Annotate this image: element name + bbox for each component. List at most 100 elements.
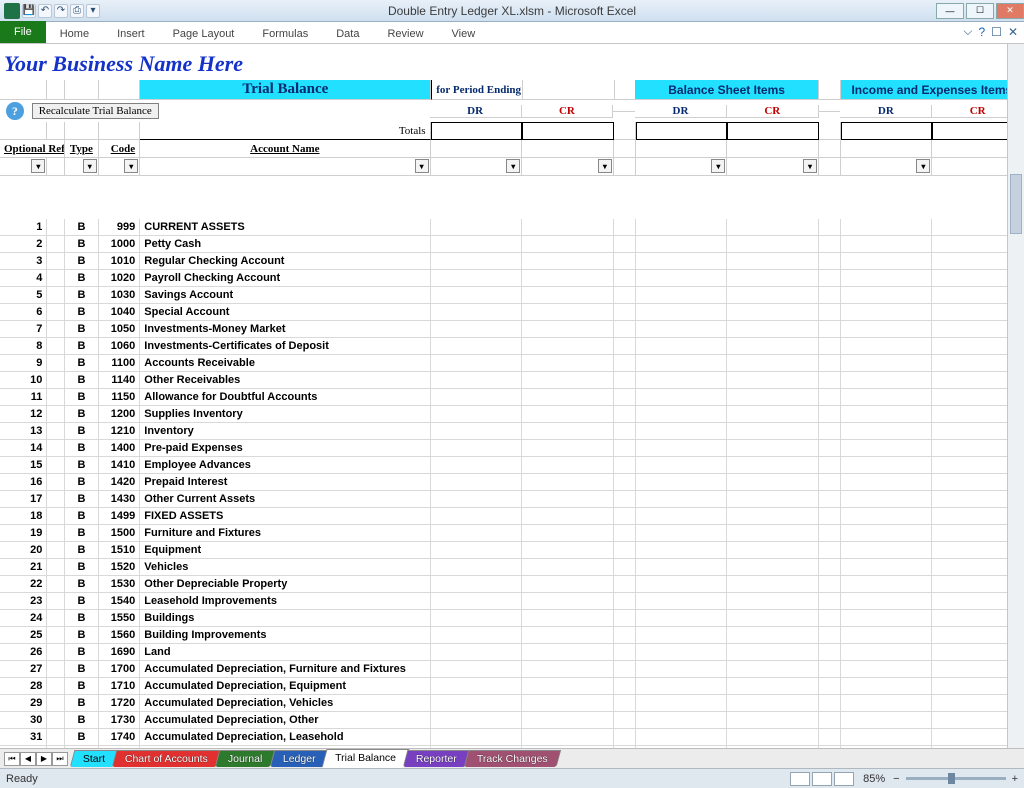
row-type: B [65,270,99,287]
workbook-close-icon[interactable]: ✕ [1008,25,1018,39]
vertical-scrollbar[interactable] [1007,44,1024,748]
tab-review[interactable]: Review [373,25,437,43]
filter-icon[interactable]: ▾ [598,159,612,173]
row-type: B [65,610,99,627]
sheet-tab-track-changes[interactable]: Track Changes [464,750,561,767]
row-account: Accumulated Depreciation, Equipment [140,678,430,695]
table-row[interactable]: 28B1710Accumulated Depreciation, Equipme… [0,678,1024,695]
row-number: 1 [0,219,47,236]
sheet-tab-ledger[interactable]: Ledger [269,750,328,767]
table-row[interactable]: 8B1060Investments-Certificates of Deposi… [0,338,1024,355]
minimize-ribbon-icon[interactable]: ⌵ [963,24,972,39]
qat-more-icon[interactable]: ▾ [86,4,100,18]
table-row[interactable]: 16B1420Prepaid Interest [0,474,1024,491]
table-row[interactable]: 25B1560Building Improvements [0,627,1024,644]
maximize-button[interactable]: ☐ [966,3,994,19]
print-icon[interactable]: ⎙ [70,4,84,18]
sheet-tab-trial-balance[interactable]: Trial Balance [322,749,410,768]
table-row[interactable]: 5B1030Savings Account [0,287,1024,304]
zoom-out-button[interactable]: − [893,773,899,785]
table-row[interactable]: 10B1140Other Receivables [0,372,1024,389]
table-row[interactable]: 27B1700Accumulated Depreciation, Furnitu… [0,661,1024,678]
table-row[interactable]: 29B1720Accumulated Depreciation, Vehicle… [0,695,1024,712]
tab-nav-next-icon[interactable]: ▶ [36,752,52,766]
row-code: 1200 [99,406,140,423]
filter-icon[interactable]: ▾ [916,159,930,173]
zoom-level[interactable]: 85% [863,773,885,785]
minimize-button[interactable]: — [936,3,964,19]
row-account: Special Account [140,304,430,321]
table-row[interactable]: 1B999CURRENT ASSETS [0,219,1024,236]
tab-home[interactable]: Home [46,25,103,43]
help-icon[interactable]: ? [978,25,985,39]
row-type: B [65,355,99,372]
undo-icon[interactable]: ↶ [38,4,52,18]
sheet-tab-chart[interactable]: Chart of Accounts [112,750,221,767]
sheet-tab-journal[interactable]: Journal [215,750,276,767]
filter-icon[interactable]: ▾ [31,159,45,173]
tab-insert[interactable]: Insert [103,25,159,43]
row-number: 16 [0,474,47,491]
table-row[interactable]: 22B1530Other Depreciable Property [0,576,1024,593]
tab-nav-first-icon[interactable]: ⏮ [4,752,20,766]
filter-icon[interactable]: ▾ [506,159,520,173]
table-row[interactable]: 30B1730Accumulated Depreciation, Other [0,712,1024,729]
table-row[interactable]: 6B1040Special Account [0,304,1024,321]
row-account: Other Current Assets [140,491,430,508]
data-grid[interactable]: 1B999CURRENT ASSETS2B1000Petty Cash3B101… [0,219,1024,748]
table-row[interactable]: 17B1430Other Current Assets [0,491,1024,508]
table-row[interactable]: 13B1210Inventory [0,423,1024,440]
view-normal-button[interactable] [790,772,810,786]
close-button[interactable]: ✕ [996,3,1024,19]
table-row[interactable]: 4B1020Payroll Checking Account [0,270,1024,287]
recalculate-button[interactable]: Recalculate Trial Balance [32,103,159,119]
redo-icon[interactable]: ↷ [54,4,68,18]
row-number: 28 [0,678,47,695]
table-row[interactable]: 2B1000Petty Cash [0,236,1024,253]
worksheet-area[interactable]: Your Business Name Here Trial Balance fo… [0,44,1024,748]
tab-formulas[interactable]: Formulas [248,25,322,43]
table-row[interactable]: 14B1400Pre-paid Expenses [0,440,1024,457]
dr-header-1: DR [430,105,522,118]
tab-nav-last-icon[interactable]: ⏭ [52,752,68,766]
tab-page-layout[interactable]: Page Layout [159,25,249,43]
table-row[interactable]: 18B1499FIXED ASSETS [0,508,1024,525]
sheet-tab-reporter[interactable]: Reporter [403,750,470,767]
table-row[interactable]: 9B1100Accounts Receivable [0,355,1024,372]
row-number: 3 [0,253,47,270]
filter-icon[interactable]: ▾ [83,159,97,173]
row-account: Building Improvements [140,627,430,644]
save-icon[interactable]: 💾 [22,4,36,18]
zoom-in-button[interactable]: + [1012,773,1018,785]
table-row[interactable]: 31B1740Accumulated Depreciation, Leaseho… [0,729,1024,746]
filter-icon[interactable]: ▾ [124,159,138,173]
filter-icon[interactable]: ▾ [711,159,725,173]
tab-nav-prev-icon[interactable]: ◀ [20,752,36,766]
file-tab[interactable]: File [0,21,46,43]
sheet-tab-start[interactable]: Start [70,750,119,767]
view-layout-button[interactable] [812,772,832,786]
table-row[interactable]: 24B1550Buildings [0,610,1024,627]
table-row[interactable]: 15B1410Employee Advances [0,457,1024,474]
table-row[interactable]: 19B1500Furniture and Fixtures [0,525,1024,542]
table-row[interactable]: 23B1540Leasehold Improvements [0,593,1024,610]
help-q-icon[interactable]: ? [6,102,24,120]
table-row[interactable]: 20B1510Equipment [0,542,1024,559]
tab-data[interactable]: Data [322,25,373,43]
table-row[interactable]: 11B1150Allowance for Doubtful Accounts [0,389,1024,406]
row-code: 1730 [99,712,140,729]
scrollbar-thumb[interactable] [1010,174,1022,234]
table-row[interactable]: 3B1010Regular Checking Account [0,253,1024,270]
zoom-slider[interactable] [906,777,1006,780]
view-pagebreak-button[interactable] [834,772,854,786]
window-restore-icon[interactable]: ☐ [991,25,1002,39]
table-row[interactable]: 7B1050Investments-Money Market [0,321,1024,338]
filter-icon[interactable]: ▾ [803,159,817,173]
filter-icon[interactable]: ▾ [415,159,429,173]
table-row[interactable]: 21B1520Vehicles [0,559,1024,576]
status-ready: Ready [6,773,38,785]
tab-view[interactable]: View [438,25,490,43]
table-row[interactable]: 12B1200Supplies Inventory [0,406,1024,423]
table-row[interactable]: 26B1690Land [0,644,1024,661]
row-code: 1530 [99,576,140,593]
